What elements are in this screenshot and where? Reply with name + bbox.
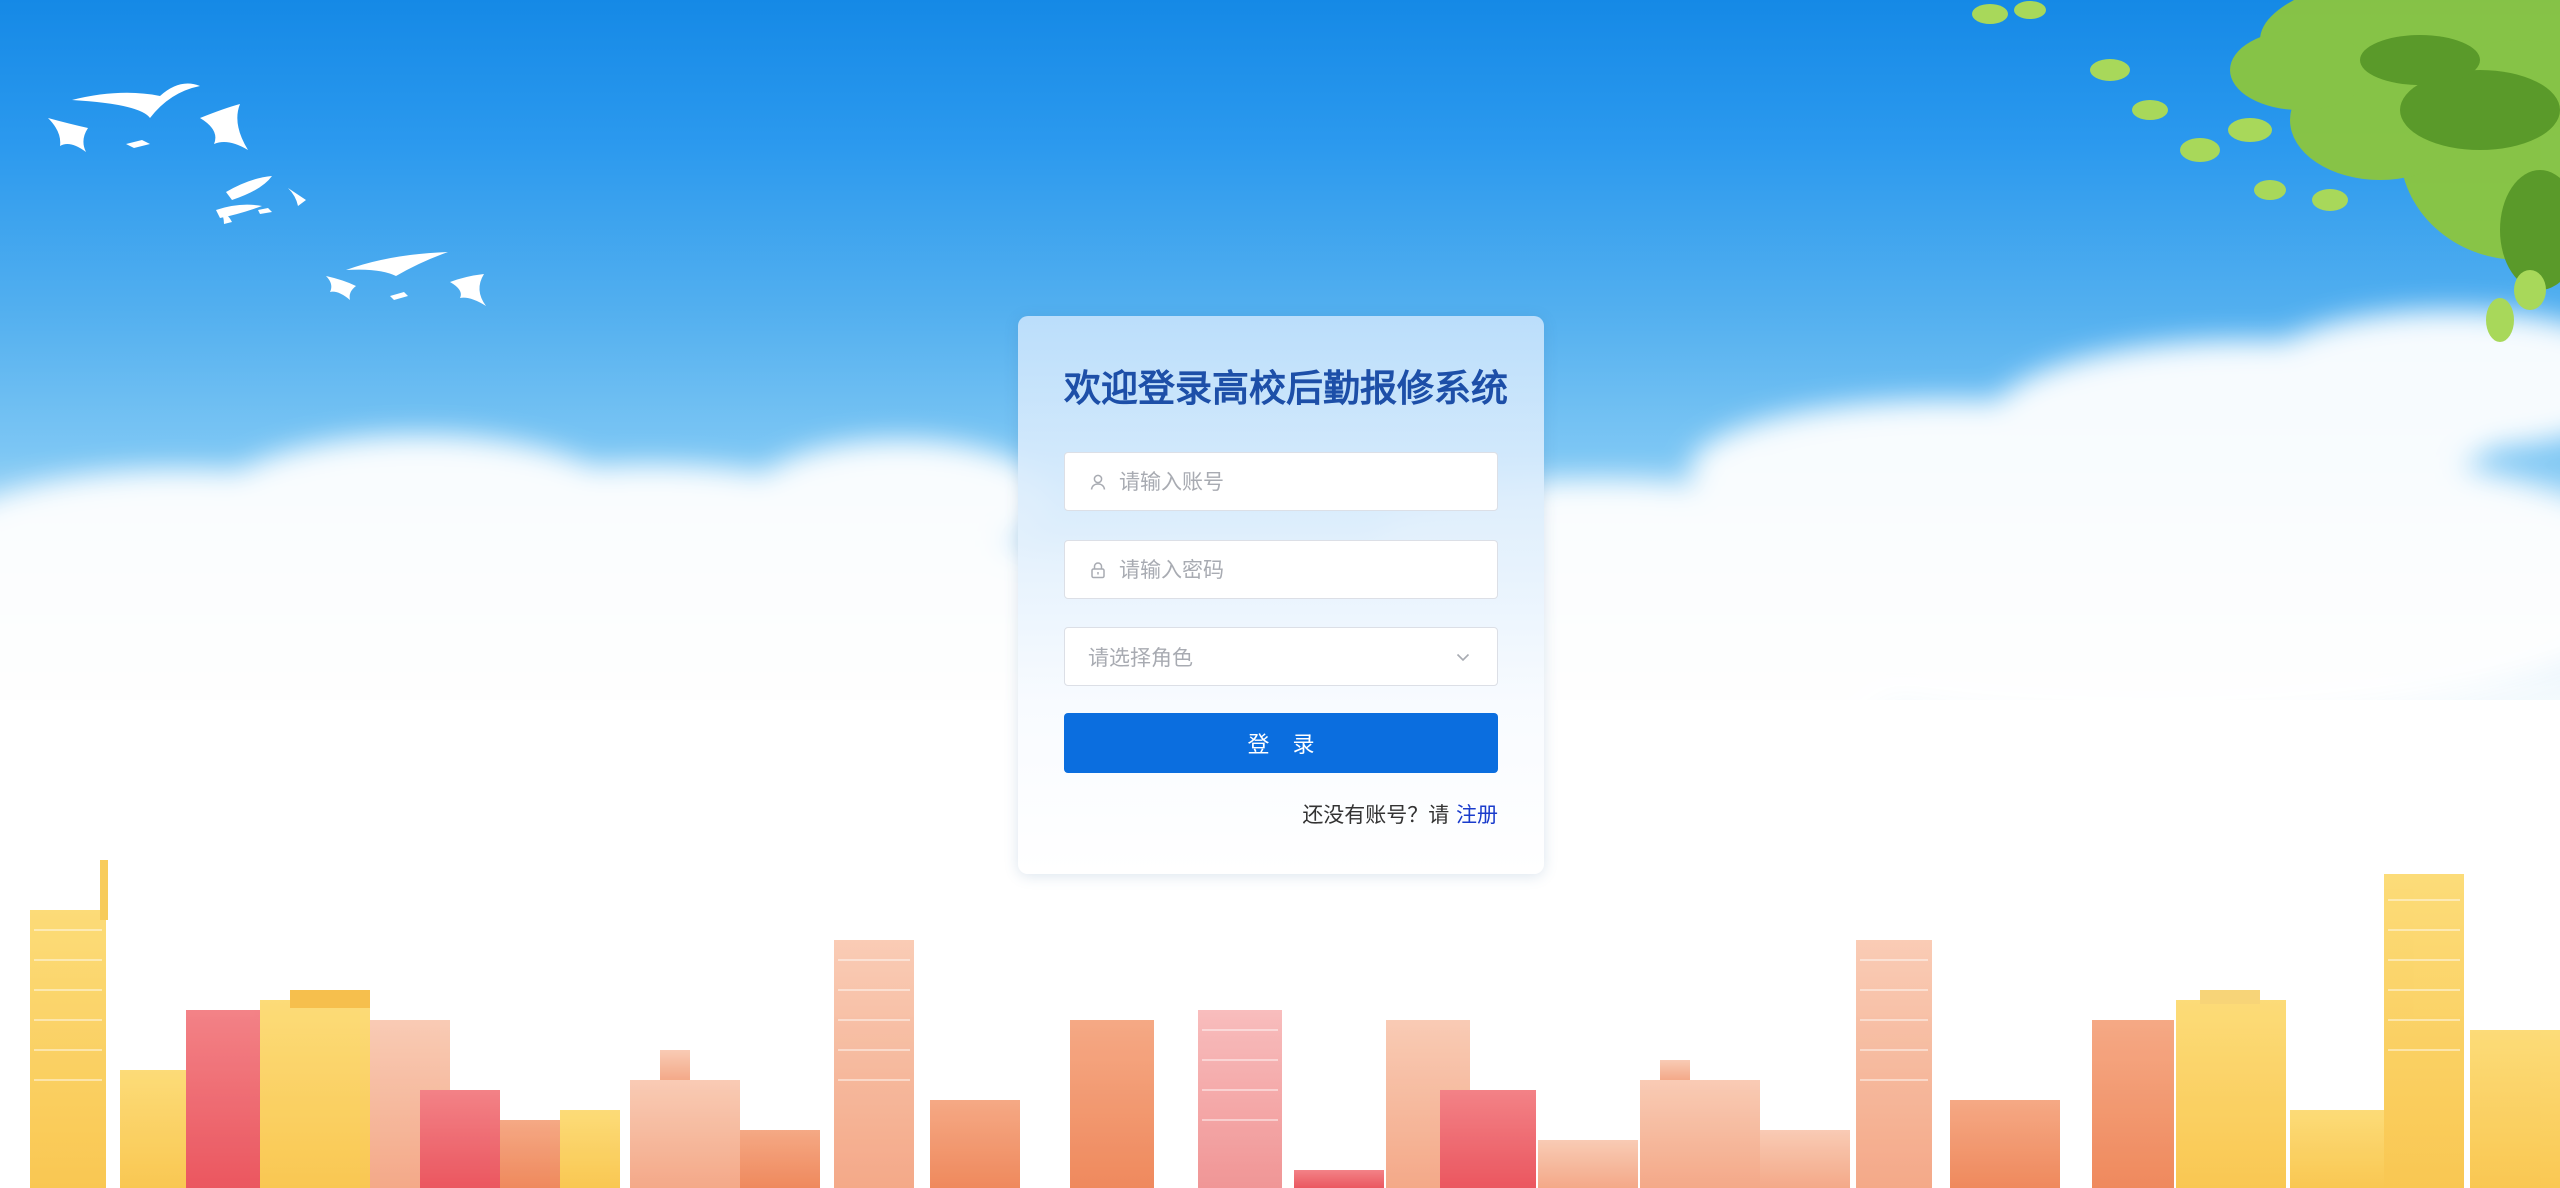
password-field[interactable] [1064,540,1498,599]
role-select[interactable]: 请选择角色 [1064,627,1498,686]
tree-leaves [1972,0,2560,342]
login-title: 欢迎登录高校后勤报修系统 [1064,367,1508,410]
user-icon [1087,471,1109,493]
password-input[interactable] [1065,541,1497,598]
chevron-down-icon [1453,647,1473,667]
role-select-placeholder: 请选择角色 [1088,645,1193,670]
username-input[interactable] [1065,453,1497,510]
login-card: 欢迎登录高校后勤报修系统 请选择角色 [1018,316,1544,874]
username-field[interactable] [1064,452,1498,511]
birds [48,83,486,306]
login-page: 欢迎登录高校后勤报修系统 请选择角色 [0,0,2560,1188]
login-button[interactable]: 登 录 [1064,713,1498,773]
register-row: 还没有账号？请 注册 [1064,799,1498,829]
register-prompt: 还没有账号？请 [1302,803,1450,827]
lock-icon [1087,559,1109,581]
register-link[interactable]: 注册 [1456,803,1498,827]
